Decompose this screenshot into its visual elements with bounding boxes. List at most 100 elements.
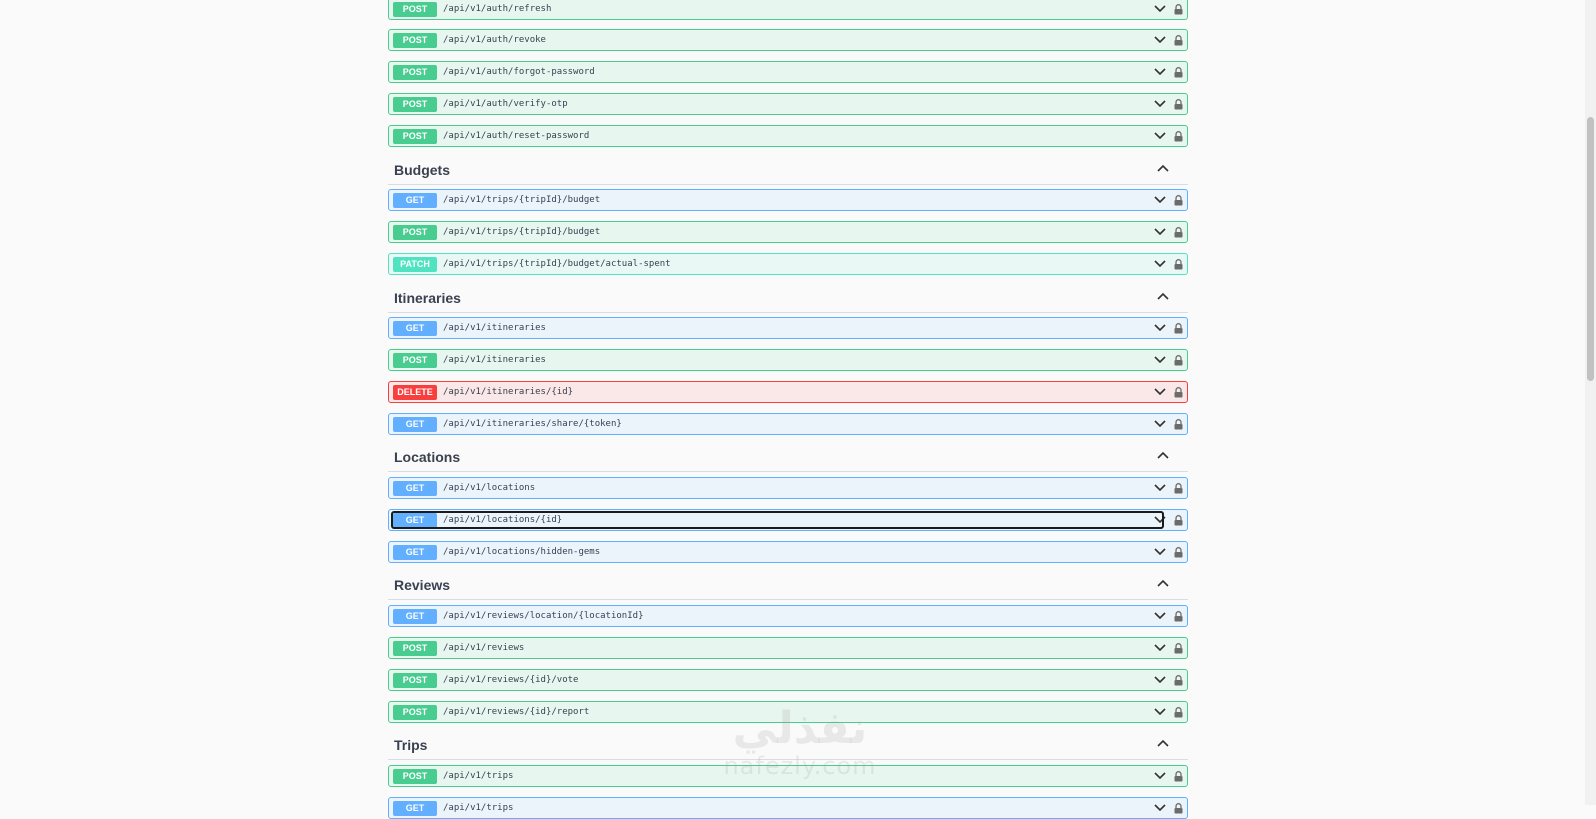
- chevron-up-icon[interactable]: [1156, 576, 1170, 590]
- chevron-down-icon[interactable]: [1153, 32, 1167, 48]
- chevron-down-icon[interactable]: [1153, 128, 1167, 144]
- chevron-down-icon[interactable]: [1153, 192, 1167, 208]
- operation-get[interactable]: GET/api/v1/itineraries/share/{token}: [388, 413, 1188, 435]
- chevron-down-icon[interactable]: [1153, 640, 1167, 656]
- operation-post[interactable]: POST/api/v1/reviews/{id}/report: [388, 701, 1188, 723]
- operation-post[interactable]: POST/api/v1/auth/revoke: [388, 29, 1188, 51]
- lock-icon[interactable]: [1173, 320, 1183, 336]
- chevron-up-icon[interactable]: [1156, 289, 1170, 303]
- method-badge: POST: [393, 640, 437, 656]
- chevron-down-icon[interactable]: [1153, 64, 1167, 80]
- operation-post[interactable]: POST/api/v1/auth/reset-password: [388, 125, 1188, 147]
- operation-get[interactable]: GET/api/v1/reviews/location/{locationId}: [388, 605, 1188, 627]
- chevron-down-icon[interactable]: [1153, 1, 1167, 17]
- operations-list: POST/api/v1/auth/refresh POST/api/v1/auth…: [0, 0, 1596, 819]
- operation-post[interactable]: POST/api/v1/itineraries: [388, 349, 1188, 371]
- endpoint-path: /api/v1/locations/{id}: [443, 515, 563, 525]
- endpoint-path: /api/v1/trips: [443, 771, 514, 781]
- chevron-down-icon[interactable]: [1153, 320, 1167, 336]
- operation-get[interactable]: GET/api/v1/locations: [388, 477, 1188, 499]
- method-badge: GET: [393, 192, 437, 208]
- chevron-down-icon[interactable]: [1153, 672, 1167, 688]
- endpoint-path: /api/v1/locations/hidden-gems: [443, 547, 601, 557]
- chevron-up-icon[interactable]: [1156, 736, 1170, 750]
- lock-icon[interactable]: [1173, 96, 1183, 112]
- operation-post[interactable]: POST/api/v1/reviews: [388, 637, 1188, 659]
- lock-icon[interactable]: [1173, 800, 1183, 816]
- chevron-down-icon[interactable]: [1153, 480, 1167, 496]
- tag-title: Locations: [394, 448, 461, 465]
- operation-delete[interactable]: DELETE/api/v1/itineraries/{id}: [388, 381, 1188, 403]
- method-badge: POST: [393, 32, 437, 48]
- tag-section-header[interactable]: Budgets: [388, 155, 1188, 185]
- endpoint-path: /api/v1/reviews/{id}/report: [443, 707, 590, 717]
- chevron-down-icon[interactable]: [1153, 256, 1167, 272]
- endpoint-path: /api/v1/trips/{tripId}/budget/actual-spe…: [443, 259, 671, 269]
- lock-icon[interactable]: [1173, 1, 1183, 17]
- chevron-down-icon[interactable]: [1153, 768, 1167, 784]
- endpoint-path: /api/v1/auth/revoke: [443, 35, 546, 45]
- operation-get[interactable]: GET/api/v1/trips: [388, 797, 1188, 819]
- lock-icon[interactable]: [1173, 64, 1183, 80]
- operation-get[interactable]: GET/api/v1/itineraries: [388, 317, 1188, 339]
- endpoint-path: /api/v1/itineraries: [443, 355, 546, 365]
- page-scrollbar[interactable]: [1585, 0, 1596, 805]
- chevron-down-icon[interactable]: [1153, 800, 1167, 816]
- operation-post[interactable]: POST/api/v1/auth/verify-otp: [388, 93, 1188, 115]
- lock-icon[interactable]: [1173, 128, 1183, 144]
- chevron-up-icon[interactable]: [1156, 448, 1170, 462]
- endpoint-path: /api/v1/reviews/location/{locationId}: [443, 611, 644, 621]
- tag-section-header[interactable]: Trips: [388, 730, 1188, 760]
- method-badge: GET: [393, 800, 437, 816]
- lock-icon[interactable]: [1173, 640, 1183, 656]
- lock-icon[interactable]: [1173, 608, 1183, 624]
- endpoint-path: /api/v1/reviews/{id}/vote: [443, 675, 579, 685]
- chevron-down-icon[interactable]: [1153, 512, 1167, 528]
- lock-icon[interactable]: [1173, 416, 1183, 432]
- endpoint-path: /api/v1/auth/forgot-password: [443, 67, 595, 77]
- endpoint-path: /api/v1/itineraries: [443, 323, 546, 333]
- chevron-down-icon[interactable]: [1153, 224, 1167, 240]
- operation-get[interactable]: GET/api/v1/trips/{tripId}/budget: [388, 189, 1188, 211]
- chevron-down-icon[interactable]: [1153, 704, 1167, 720]
- lock-icon[interactable]: [1173, 192, 1183, 208]
- tag-section-header[interactable]: Locations: [388, 442, 1188, 472]
- scrollbar-thumb[interactable]: [1587, 117, 1594, 381]
- method-badge: GET: [393, 512, 437, 528]
- lock-icon[interactable]: [1173, 544, 1183, 560]
- lock-icon[interactable]: [1173, 480, 1183, 496]
- lock-icon[interactable]: [1173, 224, 1183, 240]
- chevron-down-icon[interactable]: [1153, 608, 1167, 624]
- operation-post[interactable]: POST/api/v1/trips: [388, 765, 1188, 787]
- endpoint-path: /api/v1/auth/refresh: [443, 4, 552, 14]
- method-badge: GET: [393, 480, 437, 496]
- operation-post[interactable]: POST/api/v1/auth/refresh: [388, 0, 1188, 20]
- operation-patch[interactable]: PATCH/api/v1/trips/{tripId}/budget/actua…: [388, 253, 1188, 275]
- lock-icon[interactable]: [1173, 768, 1183, 784]
- chevron-down-icon[interactable]: [1153, 352, 1167, 368]
- tag-section-header[interactable]: Reviews: [388, 570, 1188, 600]
- chevron-down-icon[interactable]: [1153, 96, 1167, 112]
- tag-section-header[interactable]: Itineraries: [388, 283, 1188, 313]
- method-badge: POST: [393, 128, 437, 144]
- operation-get[interactable]: GET/api/v1/locations/hidden-gems: [388, 541, 1188, 563]
- operation-post[interactable]: POST/api/v1/reviews/{id}/vote: [388, 669, 1188, 691]
- endpoint-path: /api/v1/auth/verify-otp: [443, 99, 568, 109]
- lock-icon[interactable]: [1173, 384, 1183, 400]
- lock-icon[interactable]: [1173, 672, 1183, 688]
- chevron-down-icon[interactable]: [1153, 544, 1167, 560]
- lock-icon[interactable]: [1173, 704, 1183, 720]
- chevron-down-icon[interactable]: [1153, 384, 1167, 400]
- endpoint-path: /api/v1/auth/reset-password: [443, 131, 590, 141]
- operation-post[interactable]: POST/api/v1/trips/{tripId}/budget: [388, 221, 1188, 243]
- method-badge: GET: [393, 416, 437, 432]
- lock-icon[interactable]: [1173, 256, 1183, 272]
- operation-get[interactable]: GET/api/v1/locations/{id}: [388, 509, 1188, 531]
- lock-icon[interactable]: [1173, 512, 1183, 528]
- chevron-down-icon[interactable]: [1153, 416, 1167, 432]
- method-badge: POST: [393, 96, 437, 112]
- lock-icon[interactable]: [1173, 32, 1183, 48]
- operation-post[interactable]: POST/api/v1/auth/forgot-password: [388, 61, 1188, 83]
- lock-icon[interactable]: [1173, 352, 1183, 368]
- chevron-up-icon[interactable]: [1156, 161, 1170, 175]
